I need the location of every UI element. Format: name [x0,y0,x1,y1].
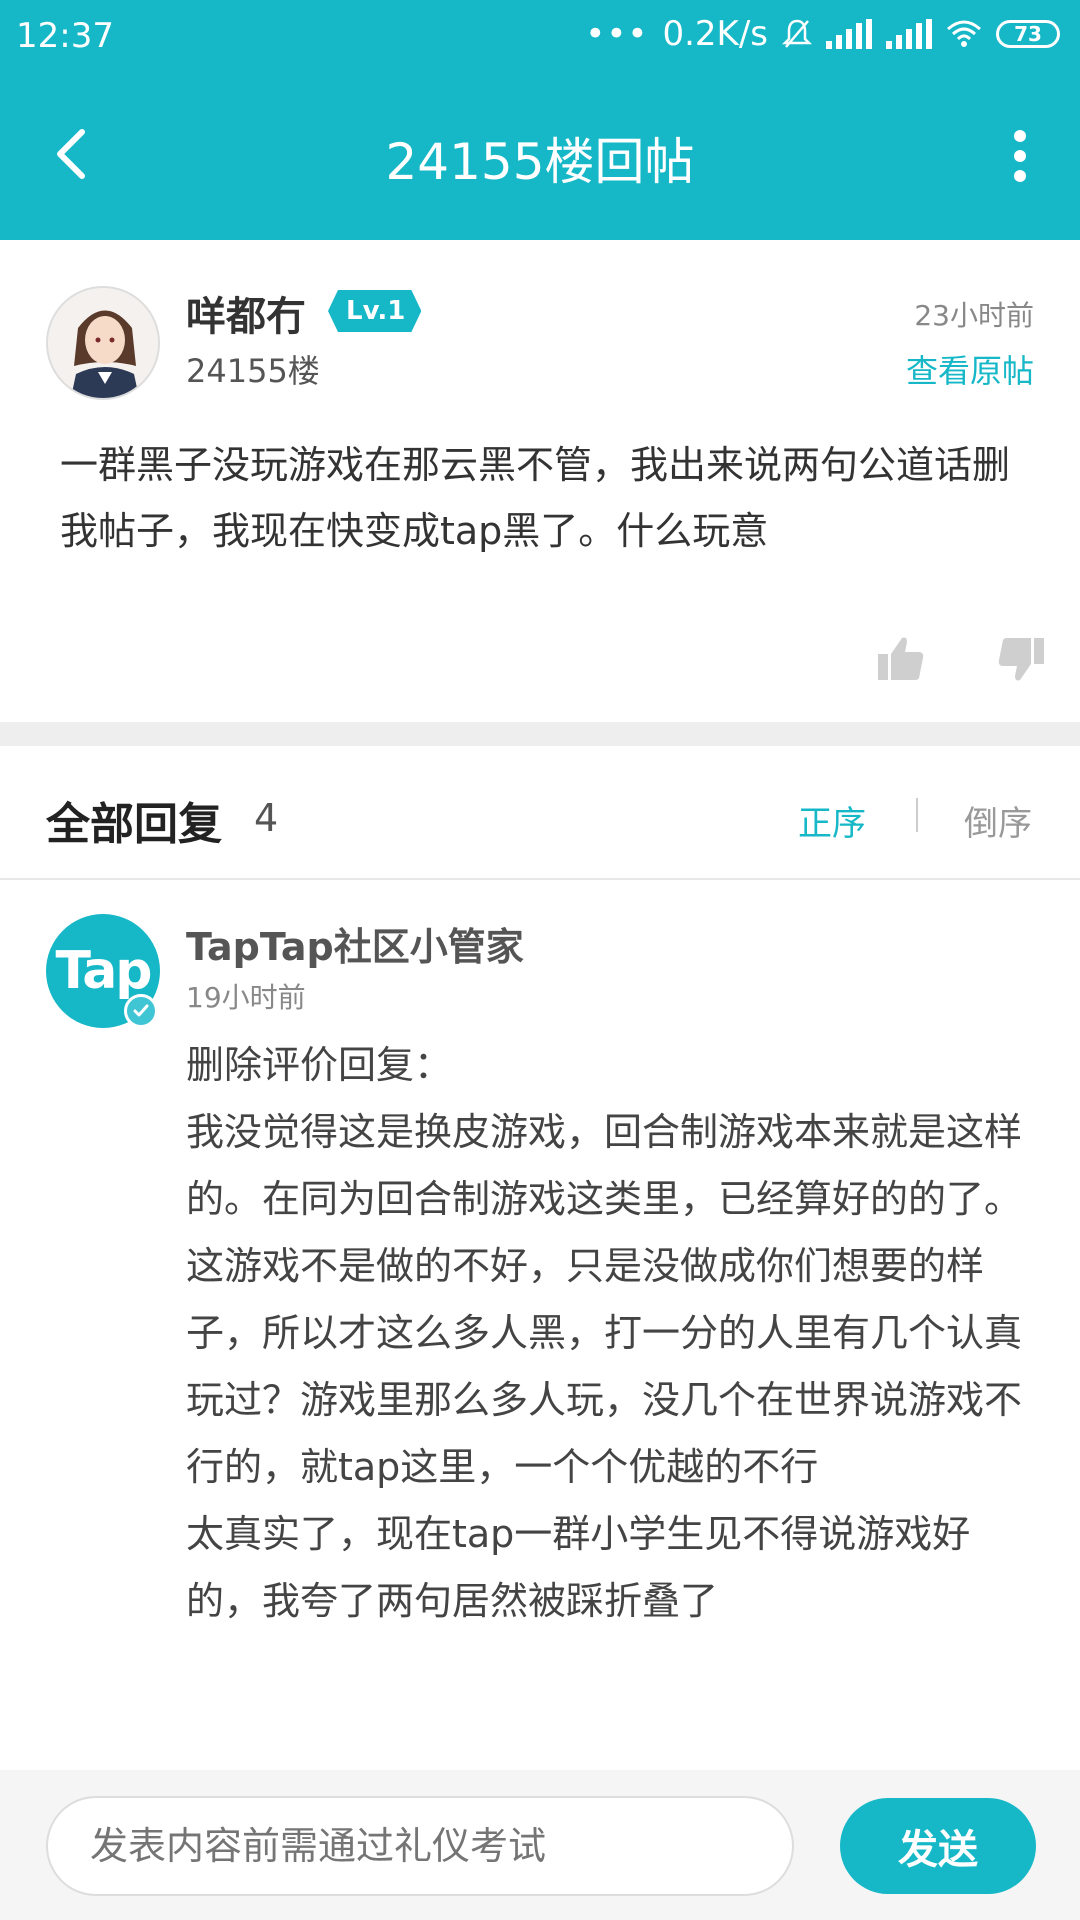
floor-number: 24155楼 [186,352,320,390]
network-speed: 0.2K/s [662,14,768,54]
author-name[interactable]: 咩都冇 [186,284,306,342]
post-time: 23小时前 [914,299,1034,332]
battery-level: 73 [1014,22,1042,46]
reply-line: 我没觉得这是换皮游戏，回合制游戏本来就是这样的。在同为回合制游戏这类里，已经算好… [186,1110,1023,1489]
status-bar: 12:37 ••• 0.2K/s 73 [0,0,1080,76]
reply-author-name[interactable]: TapTap社区小管家 [186,916,524,971]
hd-signal-icon [886,19,932,49]
check-icon [133,1004,149,1017]
replies-title: 全部回复 [46,799,222,850]
mute-icon [782,19,812,48]
dots-icon: ••• [585,14,649,54]
post-content: 一群黑子没玩游戏在那云黑不管，我出来说两句公道话删我帖子，我现在快变成tap黑了… [60,443,1011,553]
status-time: 12:37 [16,16,114,56]
author-avatar[interactable] [46,286,160,400]
battery-icon: 73 [996,20,1060,48]
signal-icon [826,19,872,49]
verified-badge-icon [124,994,158,1028]
send-button[interactable]: 发送 [840,1798,1036,1894]
wifi-icon [947,20,981,47]
original-post: 咩都冇 Lv.1 24155楼 23小时前 查看原帖 一群黑子没玩游戏在那云黑不… [0,240,1080,720]
more-options-button[interactable] [1000,126,1040,186]
view-original-link[interactable]: 查看原帖 [906,346,1034,392]
thumbs-up-icon [878,637,924,680]
reply-line: 删除评价回复： [186,1043,453,1087]
app-bar: 24155楼回帖 [0,76,1080,240]
thumbs-down-icon [998,638,1044,681]
like-button[interactable] [876,634,926,684]
dislike-button[interactable] [996,634,1046,684]
comment-bar: 发送 [0,1770,1080,1920]
page-title: 24155楼回帖 [385,133,695,191]
comment-input[interactable] [46,1796,794,1896]
replies-count: 4 [254,796,279,840]
reply-line: 太真实了，现在tap一群小学生见不得说游戏好的，我夸了两句居然被踩折叠了 [186,1512,971,1623]
more-vertical-icon [1014,130,1026,142]
section-divider [0,722,1080,746]
reply-content: 删除评价回复： 我没觉得这是换皮游戏，回合制游戏本来就是这样的。在同为回合制游戏… [186,1032,1046,1635]
status-icons: ••• 0.2K/s 73 [585,14,1060,54]
avatar-logo-text: Tap [55,941,152,1001]
avatar-illustration [48,288,158,398]
level-badge: Lv.1 [328,290,421,332]
sort-descending-button[interactable]: 倒序 [964,796,1032,845]
replies-header: 全部回复 4 正序 倒序 [0,746,1080,880]
sort-ascending-button[interactable]: 正序 [798,796,866,845]
reply-item: Tap TapTap社区小管家 19小时前 删除评价回复： 我没觉得这是换皮游戏… [0,882,1080,1770]
reply-time: 19小时前 [186,981,306,1014]
sort-divider [916,798,918,832]
